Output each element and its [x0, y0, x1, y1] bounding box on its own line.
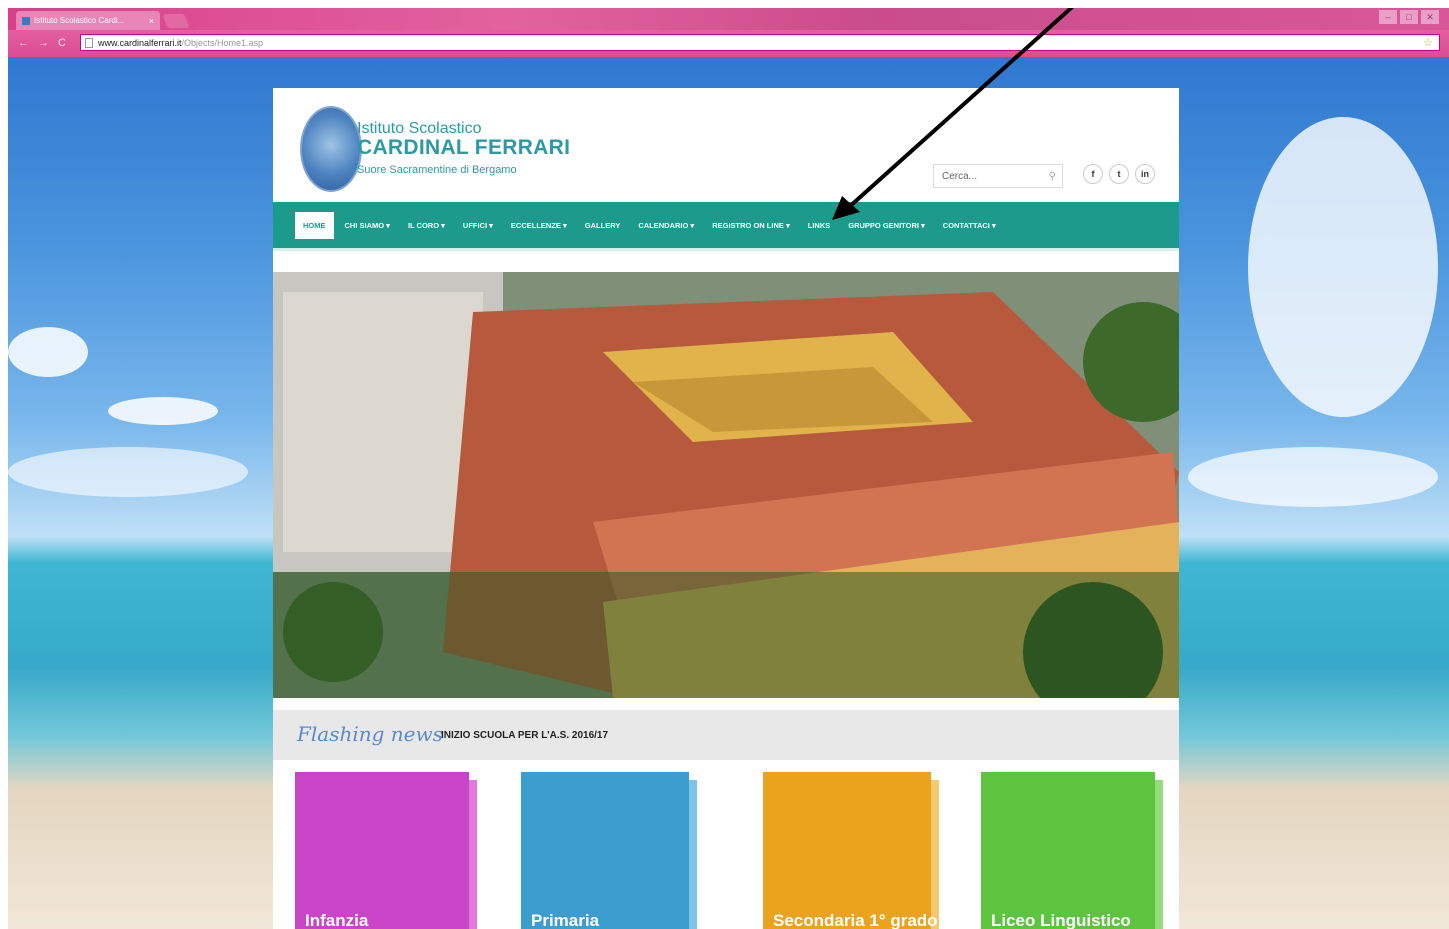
annotation-arrow: [832, 8, 1075, 220]
screenshot-frame: Istituto Scolastico Cardi... × ‒ □ ✕ ← →…: [8, 8, 1449, 929]
